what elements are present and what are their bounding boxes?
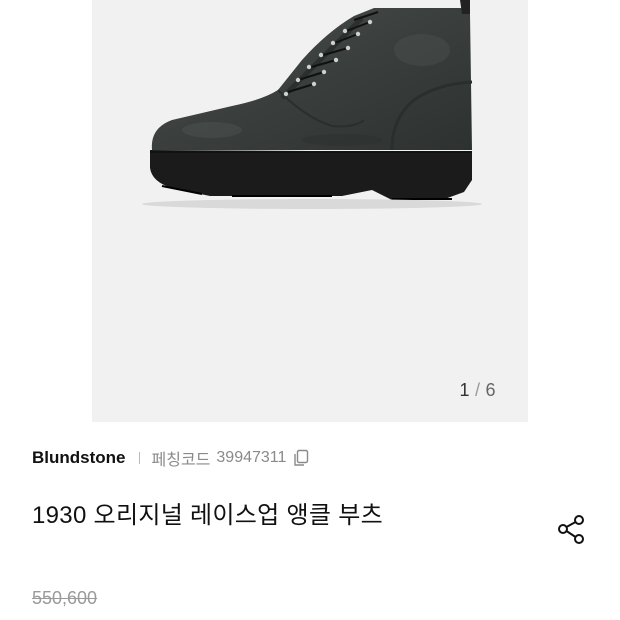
product-image-gallery[interactable]: 1/6: [92, 0, 528, 422]
pager-current: 1: [459, 380, 470, 400]
brand-name[interactable]: Blundstone: [32, 448, 126, 468]
meta-divider: [138, 452, 140, 464]
product-code-value: 39947311: [216, 449, 287, 466]
product-title: 1930 오리지널 레이스업 앵클 부츠: [32, 502, 384, 529]
product-meta: Blundstone 페칭코드 39947311: [32, 447, 310, 469]
copy-icon[interactable]: [292, 449, 310, 467]
pager-total: 6: [485, 380, 496, 400]
pager-separator: /: [474, 380, 481, 400]
image-pager: 1/6: [459, 380, 496, 401]
original-price: 550,600: [32, 588, 98, 608]
product-code-label: 페칭코드: [151, 452, 211, 469]
share-icon[interactable]: [555, 513, 589, 547]
product-image[interactable]: [92, 0, 528, 422]
